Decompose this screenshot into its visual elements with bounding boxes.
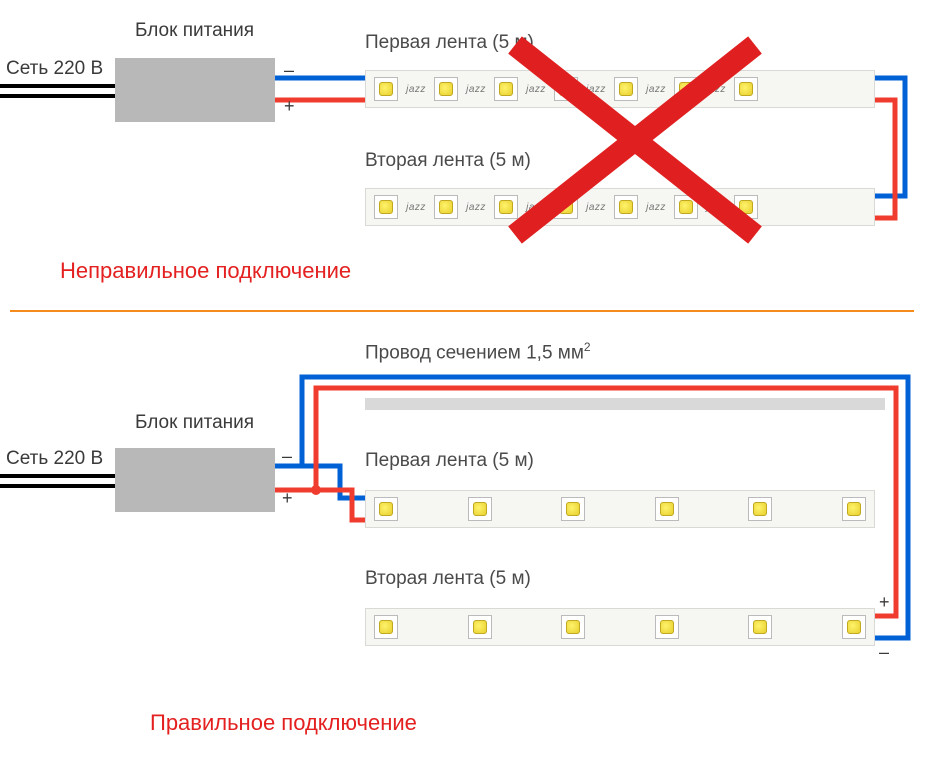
- minus-sign: –: [284, 60, 294, 81]
- strip2-label: Вторая лента (5 м): [365, 150, 531, 172]
- strip-brand-text: jazz: [398, 84, 434, 95]
- minus-sign: –: [282, 446, 292, 467]
- led-chip: [655, 497, 679, 521]
- led-chip: [554, 195, 578, 219]
- strip-brand-text: jazz: [698, 84, 734, 95]
- led-chip: [561, 497, 585, 521]
- strip-brand-text: jazz: [578, 202, 614, 213]
- plus-sign: +: [282, 488, 293, 509]
- strip1-label: Первая лента (5 м): [365, 32, 534, 54]
- plus-sign: +: [284, 96, 295, 117]
- led-chip: [554, 77, 578, 101]
- led-chip: [374, 195, 398, 219]
- plus-sign: +: [879, 592, 890, 613]
- led-chip: [434, 195, 458, 219]
- strip-brand-text: jazz: [398, 202, 434, 213]
- led-chip: [842, 615, 866, 639]
- correct-caption: Правильное подключение: [150, 710, 417, 736]
- led-chip: [842, 497, 866, 521]
- led-chip: [374, 615, 398, 639]
- led-chip: [734, 195, 758, 219]
- led-chip: [374, 77, 398, 101]
- strip1-label: Первая лента (5 м): [365, 450, 534, 472]
- led-chip: [614, 195, 638, 219]
- led-chip: [674, 77, 698, 101]
- led-chip: [468, 615, 492, 639]
- strip-brand-text: jazz: [698, 202, 734, 213]
- led-chip: [434, 77, 458, 101]
- led-strip: jazz jazz jazz jazz jazz jazz: [365, 70, 875, 108]
- section-incorrect: Блок питания Сеть 220 В – + Первая лента…: [0, 0, 934, 310]
- strip-brand-text: jazz: [638, 84, 674, 95]
- led-chip: [734, 77, 758, 101]
- incorrect-caption: Неправильное подключение: [60, 258, 351, 284]
- strip-brand-text: jazz: [458, 202, 494, 213]
- strip2-label: Вторая лента (5 м): [365, 568, 531, 590]
- led-chip: [748, 615, 772, 639]
- wiring-svg: [0, 330, 934, 770]
- led-chip: [614, 77, 638, 101]
- led-chip: [674, 195, 698, 219]
- led-strip: [365, 608, 875, 646]
- led-chip: [494, 77, 518, 101]
- led-chip: [655, 615, 679, 639]
- section-correct: Провод сечением 1,5 мм2 Блок питания Сет…: [0, 330, 934, 771]
- strip-brand-text: jazz: [518, 202, 554, 213]
- led-chip: [494, 195, 518, 219]
- led-strip: jazz jazz jazz jazz jazz jazz: [365, 188, 875, 226]
- section-divider: [10, 310, 914, 312]
- led-strip: [365, 490, 875, 528]
- led-chip: [561, 615, 585, 639]
- led-chip: [468, 497, 492, 521]
- led-chip: [748, 497, 772, 521]
- minus-sign: –: [879, 642, 889, 663]
- led-chip: [374, 497, 398, 521]
- strip-brand-text: jazz: [518, 84, 554, 95]
- strip-brand-text: jazz: [638, 202, 674, 213]
- strip-brand-text: jazz: [458, 84, 494, 95]
- strip-brand-text: jazz: [578, 84, 614, 95]
